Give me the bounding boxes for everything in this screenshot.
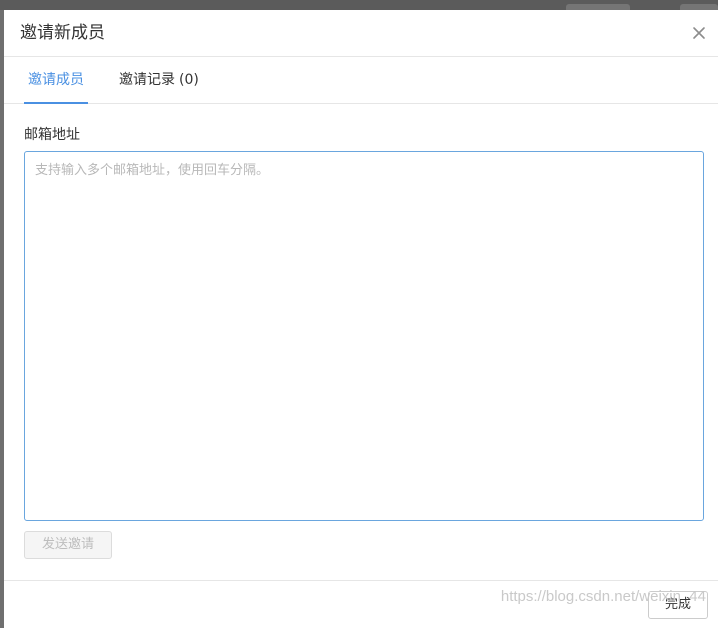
done-button[interactable]: 完成 xyxy=(648,591,708,619)
tab-label: 邀请记录 xyxy=(119,72,175,88)
tab-count: (0) xyxy=(179,72,199,88)
email-input[interactable] xyxy=(24,151,704,521)
dialog-header: 邀请新成员 xyxy=(4,10,718,57)
tab-label: 邀请成员 xyxy=(28,72,84,88)
invite-dialog: 邀请新成员 邀请成员 邀请记录(0) 邮箱地址 发送邀请 完成 xyxy=(4,10,718,628)
tab-invite-records[interactable]: 邀请记录 (0) xyxy=(119,57,199,104)
tab-bar: 邀请成员 邀请记录 (0) xyxy=(4,57,718,104)
close-button[interactable] xyxy=(690,24,708,42)
send-invite-button[interactable]: 发送邀请 xyxy=(24,531,112,559)
tab-invite-members[interactable]: 邀请成员 xyxy=(24,57,88,104)
close-icon xyxy=(693,27,705,39)
dialog-title: 邀请新成员 xyxy=(20,23,105,43)
page-backdrop xyxy=(0,0,718,10)
email-label: 邮箱地址 xyxy=(24,127,80,143)
dialog-footer: 完成 xyxy=(4,580,718,628)
